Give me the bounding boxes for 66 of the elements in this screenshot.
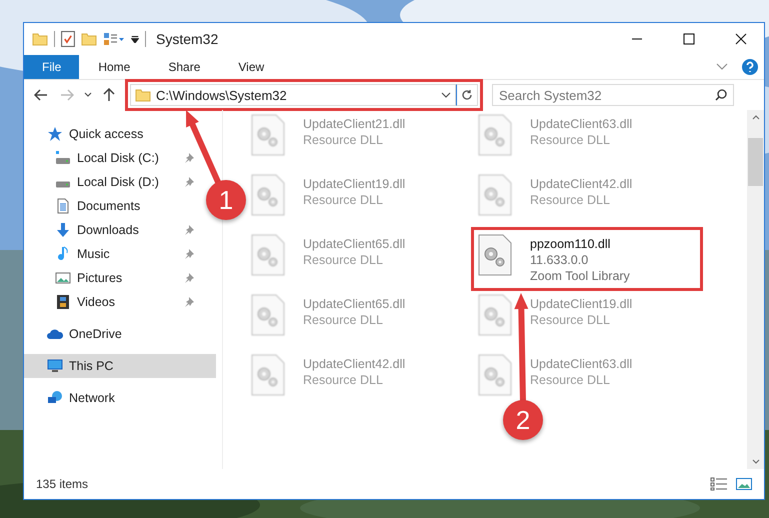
sidebar-item[interactable]: Documents: [24, 194, 196, 218]
scroll-up-icon[interactable]: [752, 114, 760, 120]
sidebar-item[interactable]: This PC: [24, 354, 216, 378]
file-detail: Resource DLL: [530, 312, 611, 328]
address-bar[interactable]: C:\Windows\System32: [130, 84, 456, 106]
file-name[interactable]: ppzoom110.dll: [530, 236, 630, 252]
folder-icon: [81, 32, 97, 46]
file-tab[interactable]: File: [24, 55, 80, 79]
close-icon: [735, 33, 747, 45]
refresh-button[interactable]: [456, 84, 478, 106]
sidebar-item[interactable]: Pictures: [24, 266, 196, 290]
film-icon: [55, 294, 71, 310]
sidebar-item[interactable]: Videos: [24, 290, 196, 314]
file-detail: Resource DLL: [530, 132, 611, 148]
file-detail: Resource DLL: [303, 132, 384, 148]
view-icon: [103, 32, 125, 46]
sidebar-item[interactable]: Downloads: [24, 218, 196, 242]
file-detail: Resource DLL: [530, 372, 611, 388]
scroll-down-icon[interactable]: [752, 459, 760, 465]
caret-icon: [131, 36, 139, 42]
sidebar-item[interactable]: Local Disk (D:): [24, 170, 196, 194]
sidebar-item[interactable]: Local Disk (C:): [24, 146, 196, 170]
chevron-icon[interactable]: [716, 63, 728, 71]
sidebar-item[interactable]: Network: [24, 386, 123, 410]
help-icon[interactable]: [742, 59, 758, 75]
refresh-icon: [461, 89, 473, 101]
file-detail: Resource DLL: [530, 192, 611, 208]
folder-icon: [135, 88, 151, 102]
drive-icon: [55, 150, 71, 166]
scrollbar[interactable]: [747, 110, 764, 469]
thumbnail-view-icon[interactable]: [736, 478, 752, 490]
sidebar-item[interactable]: OneDrive: [24, 322, 130, 346]
maximize-icon: [683, 33, 695, 45]
ribbon-tab[interactable]: View: [219, 55, 284, 79]
file-detail: Zoom Tool Library: [530, 268, 630, 284]
properties-icon: [61, 31, 75, 47]
music-icon: [55, 246, 71, 262]
up-arrow-icon: [103, 88, 115, 102]
document-icon: [55, 198, 71, 214]
file-detail: Resource DLL: [303, 192, 384, 208]
pictures-icon: [55, 270, 71, 286]
search-icon: [715, 89, 727, 101]
star-icon: [47, 126, 63, 142]
file-detail: 11.633.0.0: [530, 252, 590, 268]
drive-icon: [55, 181, 71, 188]
file-detail: Resource DLL: [303, 252, 384, 268]
file-detail: Resource DLL: [303, 372, 384, 388]
sidebar-item[interactable]: Quick access: [24, 122, 152, 146]
dropdown-icon: [441, 92, 451, 98]
forward-arrow-icon: [60, 89, 74, 101]
details-view-icon[interactable]: [710, 477, 728, 491]
scrollbar-thumb[interactable]: [748, 138, 763, 186]
folder-icon: [32, 32, 48, 46]
ribbon-tab[interactable]: Share: [149, 55, 220, 79]
window-title: System32: [156, 31, 220, 47]
minimize-icon: [631, 38, 643, 40]
file-detail: Resource DLL: [303, 312, 384, 328]
network-icon: [47, 390, 63, 406]
item-count: 135 items: [36, 477, 90, 491]
computer-icon: [47, 358, 63, 374]
download-icon: [55, 222, 71, 238]
chevron-icon: [84, 92, 92, 98]
ribbon-tab[interactable]: Home: [79, 55, 150, 79]
back-arrow-icon: [34, 89, 48, 101]
sidebar-item[interactable]: Music: [24, 242, 196, 266]
search-field[interactable]: Search System32: [492, 84, 734, 106]
